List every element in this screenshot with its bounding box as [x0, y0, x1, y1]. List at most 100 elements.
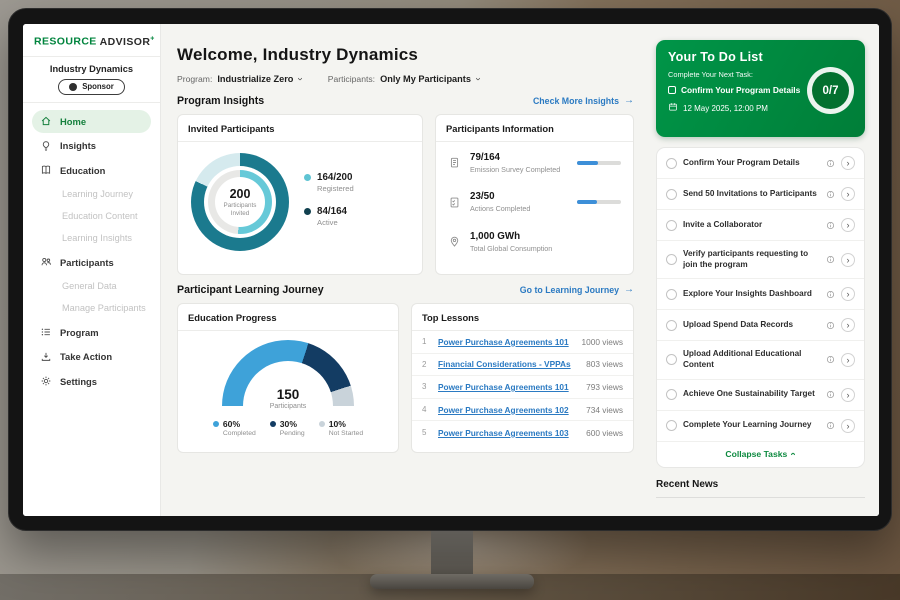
book-icon: [40, 164, 52, 176]
checkbox-icon[interactable]: [668, 86, 676, 94]
task-row-send-invitations[interactable]: Send 50 Invitations to Participants ›: [657, 179, 864, 210]
gauge-legend: 60% Completed 30% Pending: [178, 417, 398, 437]
sidebar-item-learning-journey[interactable]: Learning Journey: [32, 183, 151, 205]
lesson-link[interactable]: Power Purchase Agreements 103: [438, 428, 578, 438]
info-icon[interactable]: [826, 159, 835, 168]
invited-card-body: 200 Participants Invited 164/200 Registe…: [178, 142, 422, 251]
sidebar-item-participants[interactable]: Participants: [32, 251, 151, 274]
task-row-upload-educational-content[interactable]: Upload Additional Educational Content ›: [657, 341, 864, 379]
legend-value: 10%: [329, 419, 363, 429]
sidebar-divider: [23, 102, 160, 103]
chevron-right-icon[interactable]: ›: [841, 353, 855, 367]
recent-news-title: Recent News: [656, 479, 865, 490]
task-row-upload-spend-data[interactable]: Upload Spend Data Records ›: [657, 310, 864, 341]
sidebar-divider: [23, 56, 160, 57]
donut-legend: 164/200 Registered 84/164 Active: [304, 164, 354, 240]
legend-item-pending: 30% Pending: [270, 419, 305, 437]
chevron-right-icon[interactable]: ›: [841, 318, 855, 332]
lesson-link[interactable]: Power Purchase Agreements 101: [438, 382, 578, 392]
chevron-right-icon[interactable]: ›: [841, 287, 855, 301]
lesson-link[interactable]: Power Purchase Agreements 101: [438, 337, 573, 347]
sidebar-item-manage-participants[interactable]: Manage Participants: [32, 297, 151, 319]
info-row-consumption: 1,000 GWh Total Global Consumption: [436, 221, 633, 261]
learning-journey-header: Participant Learning Journey Go to Learn…: [177, 284, 634, 296]
sidebar-item-education[interactable]: Education: [32, 159, 151, 182]
sidebar-item-label: Participants: [60, 257, 114, 268]
info-icon[interactable]: [826, 355, 835, 364]
info-icon[interactable]: [826, 290, 835, 299]
legend-dot: [304, 208, 311, 215]
todo-task-list: Confirm Your Program Details › Send 50 I…: [656, 147, 865, 468]
checkbox-icon[interactable]: [666, 389, 677, 400]
info-icon[interactable]: [826, 190, 835, 199]
program-insights-header: Program Insights Check More Insights →: [177, 95, 634, 107]
page-title: Welcome, Industry Dynamics: [177, 45, 634, 65]
sidebar-item-education-content[interactable]: Education Content: [32, 205, 151, 227]
check-more-insights-link[interactable]: Check More Insights →: [533, 96, 634, 106]
sidebar-item-label: Settings: [60, 376, 97, 387]
progress-track: [577, 200, 621, 204]
checkbox-icon[interactable]: [666, 254, 677, 265]
program-dropdown[interactable]: Program: Industrialize Zero ›: [177, 74, 302, 84]
task-row-complete-learning-journey[interactable]: Complete Your Learning Journey ›: [657, 411, 864, 442]
sidebar-item-learning-insights[interactable]: Learning Insights: [32, 227, 151, 249]
sidebar-item-take-action[interactable]: Take Action: [32, 345, 151, 368]
todo-title: Your To Do List: [668, 50, 853, 64]
sponsor-badge[interactable]: Sponsor: [58, 79, 125, 95]
gauge-center-value: 150: [222, 387, 354, 402]
lesson-link[interactable]: Power Purchase Agreements 102: [438, 405, 578, 415]
task-row-explore-insights[interactable]: Explore Your Insights Dashboard ›: [657, 279, 864, 310]
learning-cards-row: Education Progress 150 Participants: [177, 303, 634, 453]
task-label: Explore Your Insights Dashboard: [683, 289, 820, 300]
go-to-learning-journey-link[interactable]: Go to Learning Journey →: [520, 285, 634, 295]
checkbox-icon[interactable]: [666, 189, 677, 200]
checkbox-icon[interactable]: [666, 220, 677, 231]
info-icon[interactable]: [826, 221, 835, 230]
chevron-right-icon[interactable]: ›: [841, 388, 855, 402]
lesson-row: 2 Financial Considerations - VPPAs 803 v…: [412, 354, 633, 377]
info-row-emission-survey: 79/164 Emission Survey Completed: [436, 142, 633, 182]
info-icon[interactable]: [826, 390, 835, 399]
lesson-link[interactable]: Financial Considerations - VPPAs: [438, 359, 578, 369]
info-icon[interactable]: [826, 421, 835, 430]
task-label: Verify participants requesting to join t…: [683, 249, 820, 270]
donut-center-value: 200: [230, 187, 251, 201]
sidebar-item-insights[interactable]: Insights: [32, 134, 151, 157]
sidebar-item-general-data[interactable]: General Data: [32, 275, 151, 297]
progress-track: [577, 161, 621, 165]
checkbox-icon[interactable]: [666, 158, 677, 169]
collapse-tasks-button[interactable]: Collapse Tasks ›: [657, 442, 864, 467]
lightbulb-icon: [40, 140, 52, 152]
section-title: Participant Learning Journey: [177, 284, 324, 296]
chevron-right-icon[interactable]: ›: [841, 253, 855, 267]
checkbox-icon[interactable]: [666, 420, 677, 431]
participants-dropdown[interactable]: Participants: Only My Participants ›: [328, 74, 480, 84]
info-icon[interactable]: [826, 255, 835, 264]
task-row-confirm-program[interactable]: Confirm Your Program Details ›: [657, 148, 864, 179]
info-icon[interactable]: [826, 321, 835, 330]
info-label: Actions Completed: [470, 204, 568, 213]
legend-label: Pending: [280, 430, 305, 437]
task-label: Confirm Your Program Details: [683, 158, 820, 169]
checkbox-icon[interactable]: [666, 354, 677, 365]
chevron-right-icon[interactable]: ›: [841, 187, 855, 201]
info-row-actions: 23/50 Actions Completed: [436, 182, 633, 222]
chevron-right-icon[interactable]: ›: [841, 218, 855, 232]
task-row-achieve-sustainability-target[interactable]: Achieve One Sustainability Target ›: [657, 380, 864, 411]
invited-participants-donut: 200 Participants Invited: [191, 153, 289, 251]
task-row-verify-participants[interactable]: Verify participants requesting to join t…: [657, 241, 864, 279]
todo-due-text: 12 May 2025, 12:00 PM: [683, 104, 768, 113]
checkbox-icon[interactable]: [666, 289, 677, 300]
chevron-right-icon[interactable]: ›: [841, 156, 855, 170]
task-row-invite-collaborator[interactable]: Invite a Collaborator ›: [657, 210, 864, 241]
home-icon: [40, 115, 52, 127]
lesson-row: 4 Power Purchase Agreements 102 734 view…: [412, 399, 633, 422]
task-label: Upload Additional Educational Content: [683, 349, 820, 370]
sidebar-item-settings[interactable]: Settings: [32, 370, 151, 393]
chevron-right-icon[interactable]: ›: [841, 419, 855, 433]
lesson-views: 600 views: [586, 428, 623, 438]
checkbox-icon[interactable]: [666, 320, 677, 331]
participants-filter-label: Participants:: [328, 74, 375, 84]
sidebar-item-program[interactable]: Program: [32, 321, 151, 344]
sidebar-item-home[interactable]: Home: [32, 110, 151, 133]
